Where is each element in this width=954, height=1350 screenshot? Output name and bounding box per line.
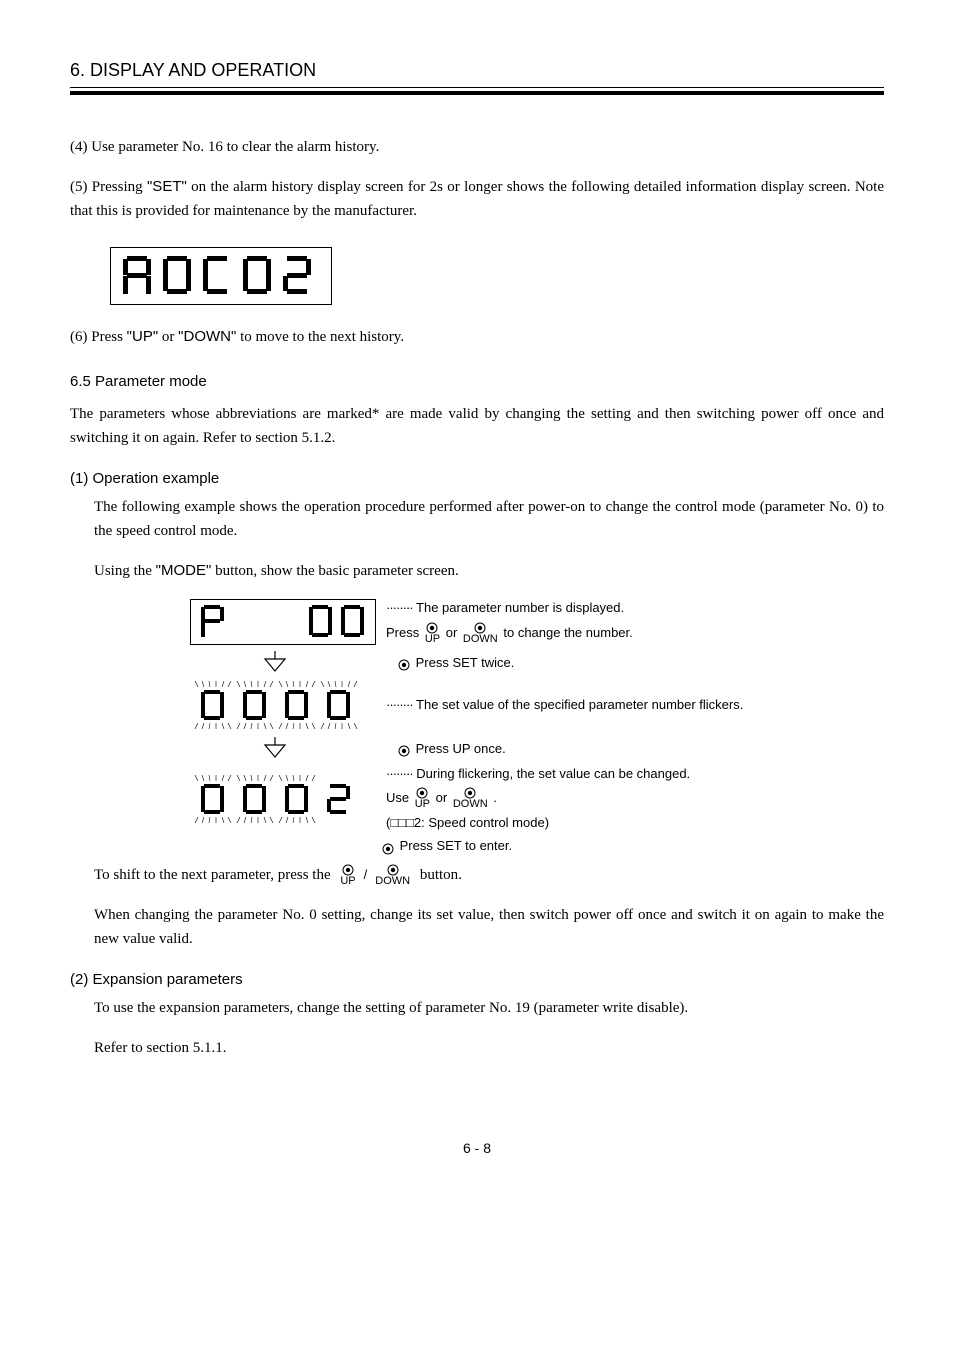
up-label: "UP" bbox=[127, 328, 159, 345]
leader-dots: ········ bbox=[386, 766, 413, 781]
text: or bbox=[158, 329, 178, 345]
leader-dots: ········ bbox=[386, 600, 413, 615]
text: (6) Press bbox=[70, 329, 127, 345]
flow-arrow-1: Press SET twice. bbox=[260, 649, 424, 675]
flow-action: Press SET twice. bbox=[396, 655, 514, 670]
flow-step-1: ········ The parameter number is display… bbox=[190, 599, 633, 645]
seg-0-flicker bbox=[194, 775, 232, 823]
flow-action: Press UP once. bbox=[396, 741, 506, 756]
text: To shift to the next parameter, press th… bbox=[94, 867, 334, 883]
seven-segment-display-flicker bbox=[190, 773, 376, 825]
sub1-p3: When changing the parameter No. 0 settin… bbox=[70, 903, 884, 951]
seg-0-flicker bbox=[278, 681, 316, 729]
up-button-icon bbox=[398, 745, 410, 757]
seven-segment-display bbox=[190, 599, 376, 645]
text: button. bbox=[420, 867, 462, 883]
seven-segment-display bbox=[110, 247, 332, 305]
down-arrow-icon bbox=[260, 649, 290, 675]
page-title: 6. DISPLAY AND OPERATION bbox=[70, 60, 884, 81]
flow-note: During flickering, the set value can be … bbox=[416, 766, 690, 781]
set-label: "SET" bbox=[147, 178, 187, 195]
set-button-icon bbox=[398, 659, 410, 671]
section-6-5-text: The parameters whose abbreviations are m… bbox=[70, 402, 884, 450]
seg-0-flicker bbox=[278, 775, 316, 823]
subhead-2: (2) Expansion parameters bbox=[70, 971, 884, 988]
flow-step-2: ········ The set value of the specified … bbox=[190, 679, 743, 731]
down-arrow-icon bbox=[260, 735, 290, 761]
text: Using the bbox=[94, 563, 156, 579]
leader-dots: ········ bbox=[386, 697, 413, 712]
sub1-p2: Using the "MODE" button, show the basic … bbox=[70, 559, 884, 583]
seg-P bbox=[199, 604, 227, 640]
sub1-p1: The following example shows the operatio… bbox=[70, 495, 884, 543]
flow-note: The set value of the specified parameter… bbox=[416, 697, 743, 712]
mode-label: "MODE" bbox=[156, 562, 212, 579]
subhead-1: (1) Operation example bbox=[70, 470, 884, 487]
up-button-icon: UP bbox=[340, 864, 355, 887]
divider bbox=[70, 87, 884, 88]
seg-0 bbox=[307, 604, 335, 640]
section-6-5-title: 6.5 Parameter mode bbox=[70, 373, 884, 390]
seg-0 bbox=[339, 604, 367, 640]
paragraph-4: (4) Use parameter No. 16 to clear the al… bbox=[70, 135, 884, 159]
divider bbox=[70, 91, 884, 95]
seg-0-flicker bbox=[194, 681, 232, 729]
flow-note: (□□□2: Speed control mode) bbox=[386, 814, 690, 832]
flow-note: Use UP or DOWN . bbox=[386, 787, 690, 810]
flow-arrow-2: Press UP once. bbox=[260, 735, 416, 761]
seg-0-flicker bbox=[236, 775, 274, 823]
flow-step-3: ········ During flickering, the set valu… bbox=[190, 765, 690, 832]
text: (5) Pressing bbox=[70, 179, 147, 195]
set-button-icon bbox=[382, 843, 394, 855]
flowchart: ········ The parameter number is display… bbox=[190, 599, 884, 853]
up-button-icon: UP bbox=[425, 622, 440, 645]
shift-paragraph: To shift to the next parameter, press th… bbox=[70, 863, 884, 887]
down-label: "DOWN" bbox=[178, 328, 236, 345]
seg-A0C02 bbox=[121, 254, 321, 298]
sub2-p1: To use the expansion parameters, change … bbox=[70, 996, 884, 1020]
down-button-icon: DOWN bbox=[453, 787, 488, 810]
flow-action: Press SET to enter. bbox=[380, 838, 512, 853]
text: to move to the next history. bbox=[236, 329, 404, 345]
up-button-icon: UP bbox=[415, 787, 430, 810]
down-button-icon: DOWN bbox=[463, 622, 498, 645]
text: on the alarm history display screen for … bbox=[70, 179, 884, 219]
seven-segment-display-flicker bbox=[190, 679, 376, 731]
down-button-icon: DOWN bbox=[375, 864, 410, 887]
flow-note: The parameter number is displayed. bbox=[416, 600, 624, 615]
text: button, show the basic parameter screen. bbox=[211, 563, 458, 579]
seg-2 bbox=[320, 775, 358, 823]
sub2-p2: Refer to section 5.1.1. bbox=[70, 1036, 884, 1060]
separator: / bbox=[364, 868, 368, 881]
paragraph-5: (5) Pressing "SET" on the alarm history … bbox=[70, 175, 884, 223]
seg-0-flicker bbox=[236, 681, 274, 729]
flow-note: Press UP or DOWN to change the number. bbox=[386, 622, 633, 645]
page-number: 6 - 8 bbox=[70, 1140, 884, 1156]
seg-0-flicker bbox=[320, 681, 358, 729]
paragraph-6: (6) Press "UP" or "DOWN" to move to the … bbox=[70, 325, 884, 349]
